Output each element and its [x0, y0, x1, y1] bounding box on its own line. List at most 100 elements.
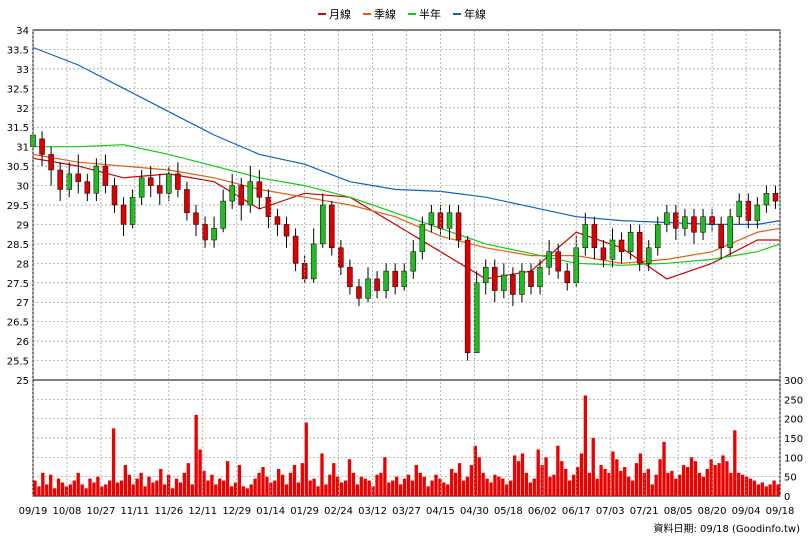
- volume-bar: [375, 474, 379, 496]
- volume-bar: [257, 472, 261, 496]
- volume-bar: [143, 486, 147, 496]
- volume-bar: [68, 484, 73, 496]
- x-tick-label: 06/17: [562, 506, 591, 517]
- volume-bar: [347, 459, 352, 496]
- volume-bar: [430, 480, 434, 496]
- volume-bar: [453, 472, 458, 496]
- candle-body: [147, 177, 154, 186]
- candle-body: [356, 286, 362, 299]
- volume-bar: [776, 484, 780, 496]
- volume-tick-label: 150: [784, 434, 803, 445]
- candle-body: [30, 134, 36, 147]
- candle-body: [347, 266, 353, 287]
- volume-bar: [740, 474, 745, 496]
- candle-body: [727, 216, 733, 249]
- volume-bar: [111, 428, 116, 496]
- volume-bar: [123, 465, 128, 496]
- volume-bar: [764, 486, 768, 496]
- candle-body: [310, 243, 317, 280]
- candle-body: [338, 247, 344, 268]
- volume-bar: [194, 414, 198, 496]
- volume-bar: [599, 465, 603, 496]
- volume-bar: [442, 482, 446, 496]
- volume-bar: [721, 455, 725, 496]
- price-panel: 25 25.5 26 26.5 27 27.5 28 28.5 29 29.5 30 30.5 31 31…: [7, 26, 781, 387]
- volume-bar: [685, 467, 690, 496]
- price-tick-label: 25.5: [7, 357, 29, 368]
- x-tick-label: 10/08: [53, 506, 82, 517]
- candle-body: [383, 270, 389, 291]
- volume-bar: [119, 480, 124, 496]
- volume-bar: [662, 441, 666, 496]
- volume-bar: [410, 480, 415, 496]
- candle-body: [283, 224, 290, 237]
- volume-bar: [485, 478, 489, 496]
- candle-body: [555, 251, 561, 272]
- volume-bar: [564, 468, 568, 496]
- candle-body: [238, 185, 245, 206]
- candle-body: [700, 216, 706, 233]
- volume-bar: [387, 482, 391, 496]
- x-tick-label: 02/24: [324, 506, 353, 517]
- volume-bar: [756, 484, 761, 496]
- volume-bar: [737, 472, 741, 496]
- volume-bar: [446, 484, 450, 496]
- volume-bar: [520, 453, 525, 496]
- volume-bar: [493, 474, 497, 496]
- volume-bar: [363, 478, 367, 496]
- volume-bar: [760, 482, 764, 496]
- candle-body: [129, 196, 136, 225]
- volume-bar: [674, 478, 678, 496]
- volume-bar: [744, 476, 749, 496]
- volume-bar: [33, 480, 37, 496]
- candle-body: [482, 266, 489, 284]
- x-tick-label: 10/27: [86, 506, 115, 517]
- volume-bar: [127, 474, 131, 496]
- candle-body: [564, 270, 570, 284]
- candle-body: [365, 278, 371, 299]
- candle-body: [745, 200, 752, 221]
- candle-body: [120, 204, 127, 225]
- volume-bar: [414, 465, 418, 496]
- candle-body: [247, 181, 254, 206]
- volume-bar: [174, 478, 179, 496]
- volume-bar: [717, 463, 721, 496]
- volume-bar: [88, 478, 92, 496]
- x-tick-label: 09/04: [732, 506, 761, 517]
- volume-bar: [225, 461, 230, 496]
- volume-bar: [139, 472, 143, 496]
- volume-bar: [49, 474, 53, 496]
- candle-body: [528, 270, 534, 287]
- price-tick-label: 28: [16, 259, 29, 270]
- volume-bar: [548, 476, 552, 496]
- volume-bar: [395, 476, 399, 496]
- candle-body: [175, 173, 181, 190]
- volume-bar: [607, 472, 611, 496]
- volume-bar: [591, 438, 595, 496]
- volume-bar: [131, 484, 135, 496]
- volume-bar: [359, 476, 363, 496]
- candle-body: [374, 278, 380, 291]
- volume-bar: [450, 468, 454, 496]
- candle-body: [75, 173, 82, 182]
- candle-body: [754, 204, 761, 221]
- x-tick-label: 08/20: [698, 506, 727, 517]
- candle-body: [591, 224, 598, 249]
- volume-bar: [56, 478, 61, 496]
- candle-body: [111, 185, 118, 206]
- volume-bar: [52, 488, 57, 496]
- volume-bar: [532, 478, 536, 496]
- x-tick-label: 08/05: [664, 506, 693, 517]
- candle-body: [546, 251, 552, 268]
- volume-bar: [603, 468, 607, 496]
- volume-bar: [701, 476, 705, 496]
- volume-bar: [222, 480, 226, 496]
- volume-bar: [249, 484, 253, 496]
- candle-body: [519, 270, 525, 295]
- volume-bar: [457, 463, 462, 496]
- volume-bar: [670, 470, 674, 496]
- volume-tick-label: 250: [784, 395, 803, 406]
- volume-tick-label: 50: [784, 473, 797, 484]
- volume-bar: [241, 486, 246, 496]
- candle-body: [265, 196, 272, 217]
